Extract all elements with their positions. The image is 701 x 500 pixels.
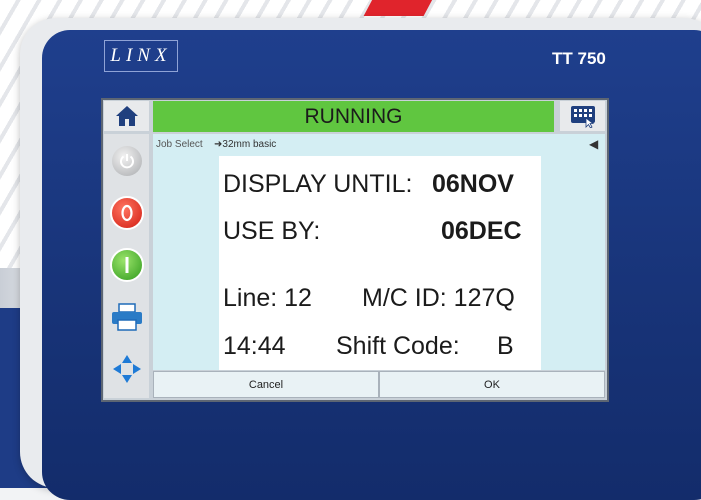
status-text: RUNNING <box>304 104 403 128</box>
status-bar: RUNNING <box>153 101 554 132</box>
use-by-label: USE BY: <box>223 217 321 245</box>
brand-logo: LINX <box>104 40 178 72</box>
breadcrumb: Job Select ➜32mm basic ◀ <box>153 137 605 153</box>
keyboard-button[interactable] <box>560 101 605 131</box>
power-button[interactable] <box>104 137 149 185</box>
navigate-icon <box>112 355 141 383</box>
mc-id-field: M/C ID: 127Q <box>362 284 515 312</box>
model-name: TT 750 <box>552 49 606 68</box>
back-arrow-icon[interactable]: ◀ <box>589 137 598 151</box>
print-button[interactable] <box>104 293 149 341</box>
display-until-value: 06NOV <box>432 170 514 198</box>
printer-icon <box>111 303 142 331</box>
home-icon <box>115 106 138 126</box>
stop-icon <box>109 196 144 230</box>
navigate-button[interactable] <box>104 345 149 393</box>
action-bar: Cancel OK <box>153 371 605 398</box>
line-field: Line: 12 <box>223 284 312 312</box>
display-until-label: DISPLAY UNTIL: <box>223 170 413 198</box>
keyboard-icon <box>570 106 595 128</box>
job-select-link[interactable]: Job Select <box>156 139 203 150</box>
shift-code-value: B <box>497 332 514 360</box>
start-icon <box>109 248 144 282</box>
cancel-button[interactable]: Cancel <box>153 371 379 398</box>
stop-button[interactable] <box>104 189 149 237</box>
shift-code-label: Shift Code: <box>336 332 460 360</box>
start-button[interactable] <box>104 241 149 289</box>
ok-button[interactable]: OK <box>379 371 605 398</box>
home-button[interactable] <box>104 101 149 131</box>
time-field: 14:44 <box>223 332 286 360</box>
job-name: ➜32mm basic <box>214 139 277 150</box>
power-icon <box>111 146 142 176</box>
use-by-value: 06DEC <box>441 217 522 245</box>
